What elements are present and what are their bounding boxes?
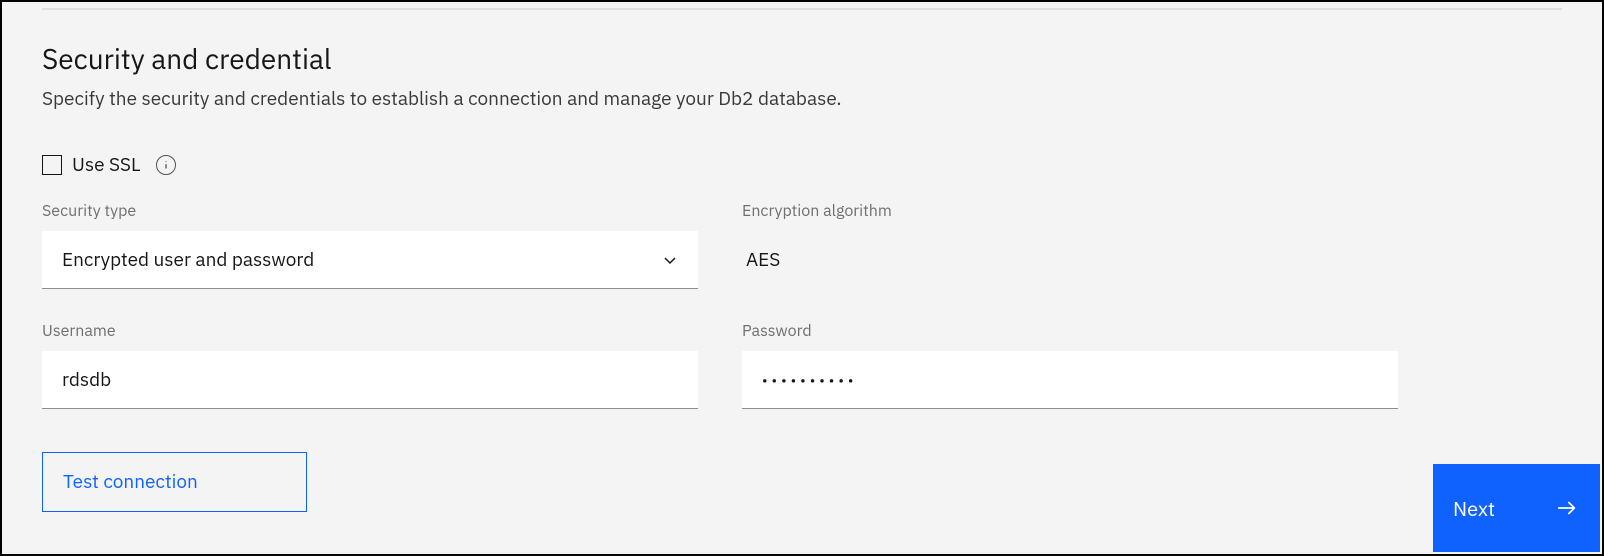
security-type-value: Encrypted user and password — [62, 248, 314, 272]
security-type-field: Security type Encrypted user and passwor… — [42, 201, 698, 289]
security-type-label: Security type — [42, 201, 698, 221]
use-ssl-label: Use SSL — [72, 153, 140, 177]
encryption-algorithm-label: Encryption algorithm — [742, 201, 1398, 221]
form-grid: Security type Encrypted user and passwor… — [42, 201, 1562, 409]
username-input[interactable] — [42, 351, 698, 409]
test-connection-button[interactable]: Test connection — [42, 452, 307, 512]
next-button-label: Next — [1453, 495, 1495, 522]
encryption-algorithm-field: Encryption algorithm AES — [742, 201, 1398, 289]
security-section: Security and credential Specify the secu… — [42, 40, 1562, 409]
password-input[interactable] — [742, 351, 1398, 409]
use-ssl-checkbox[interactable] — [42, 155, 62, 175]
encryption-algorithm-value-wrap: AES — [742, 231, 1398, 289]
section-description: Specify the security and credentials to … — [42, 87, 1562, 111]
chevron-down-icon — [662, 252, 678, 268]
username-label: Username — [42, 321, 698, 341]
encryption-algorithm-value: AES — [746, 248, 780, 272]
arrow-right-icon — [1556, 497, 1578, 519]
info-icon[interactable] — [156, 155, 176, 175]
security-type-select[interactable]: Encrypted user and password — [42, 231, 698, 289]
username-field: Username — [42, 321, 698, 409]
next-button[interactable]: Next — [1433, 464, 1600, 552]
password-field: Password — [742, 321, 1398, 409]
top-divider — [42, 8, 1562, 10]
section-title: Security and credential — [42, 40, 1562, 77]
password-label: Password — [742, 321, 1398, 341]
use-ssl-row: Use SSL — [42, 153, 1562, 177]
